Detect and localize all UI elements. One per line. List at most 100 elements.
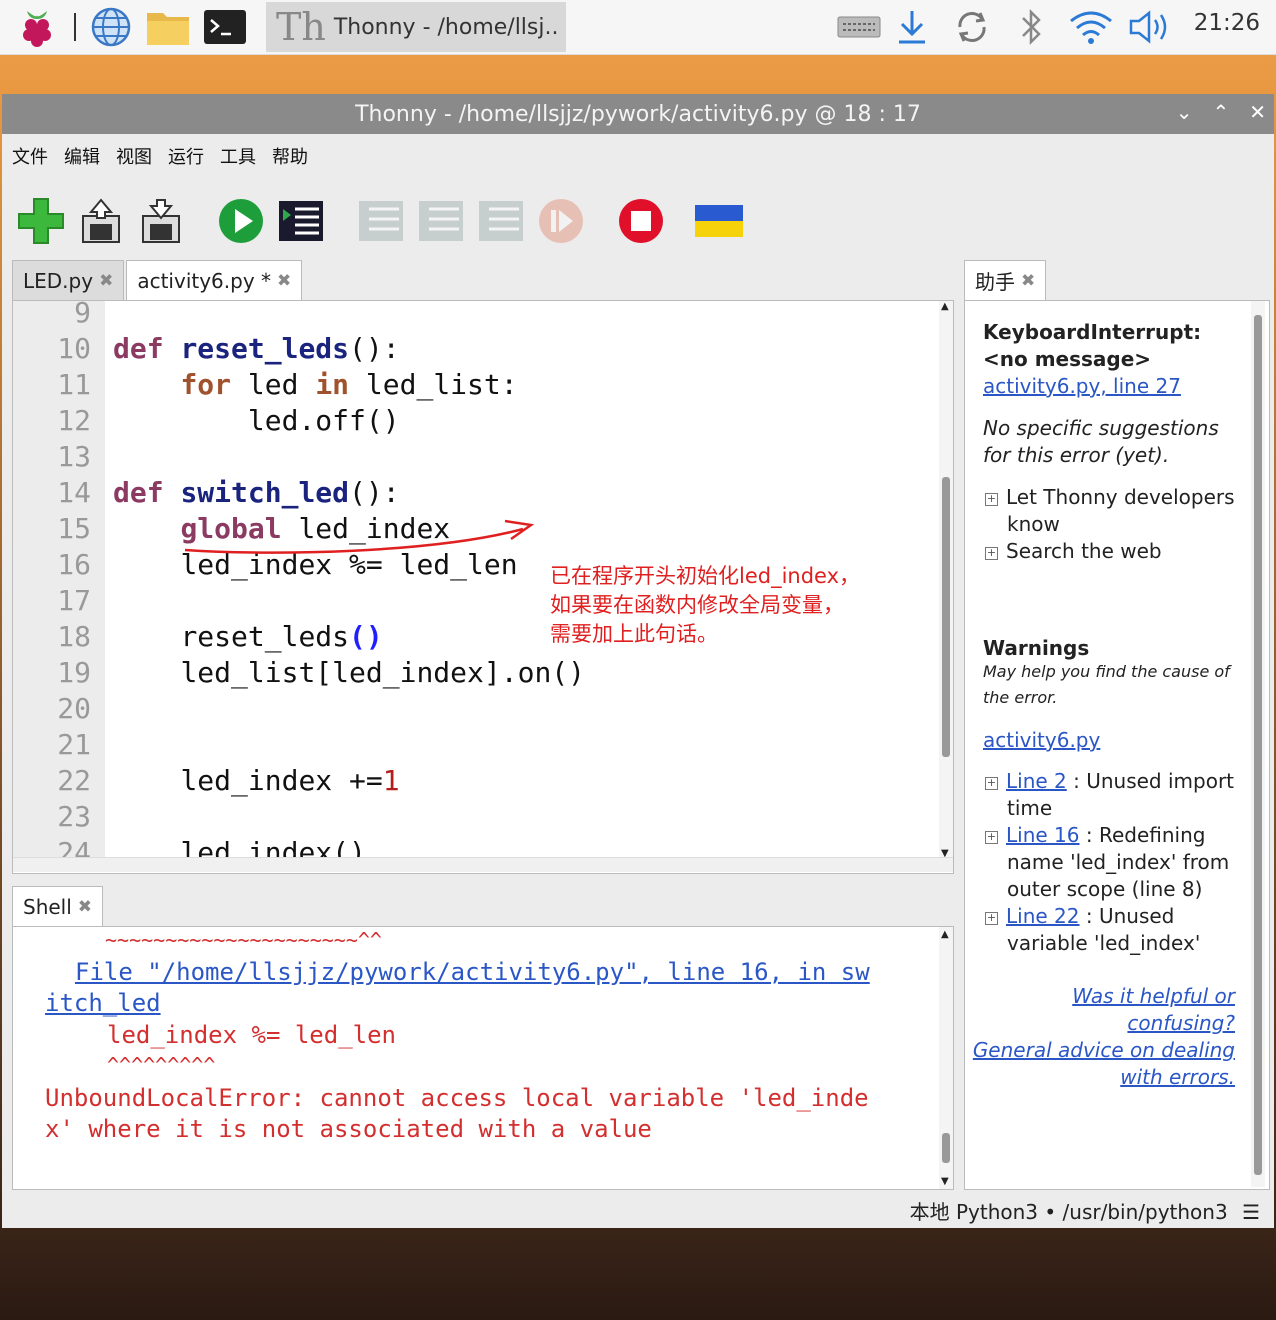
interpreter-status[interactable]: 本地 Python3 • /usr/bin/python3	[910, 1200, 1228, 1224]
scroll-down-icon[interactable]: ▼	[941, 1176, 949, 1187]
warning-item-line22: + Line 22 : Unused	[985, 903, 1174, 930]
tab-led-py[interactable]: LED.py ✖	[12, 260, 125, 300]
annotation-line: 需要加上此句话。	[550, 622, 718, 646]
browser-globe-icon[interactable]	[88, 6, 134, 48]
save-file-icon[interactable]	[136, 196, 186, 246]
status-bar[interactable]: 本地 Python3 • /usr/bin/python3 ☰	[910, 1196, 1260, 1225]
taskbar-thonny-title: Thonny - /home/llsj..	[333, 14, 559, 40]
menu-tools[interactable]: 工具	[220, 143, 256, 169]
warnings-title: Warnings	[983, 636, 1090, 660]
traceback-file-link[interactable]: itch_led	[45, 988, 161, 1019]
window-title: Thonny - /home/llsjjz/pywork/activity6.p…	[355, 101, 921, 127]
shell-line: led_index %= led_len	[107, 1021, 396, 1049]
folder-icon[interactable]	[144, 6, 192, 48]
run-icon[interactable]	[216, 196, 266, 246]
sync-icon[interactable]	[950, 6, 994, 48]
error-location-link[interactable]: activity6.py, line 27	[983, 373, 1181, 400]
shell-tabs: Shell ✖	[12, 886, 105, 926]
editor-horizontal-scrollbar[interactable]	[13, 857, 953, 872]
warning-line-link[interactable]: Line 22	[1006, 904, 1080, 928]
keyboard-icon[interactable]	[836, 6, 882, 48]
assistant-vertical-scrollbar[interactable]	[1251, 301, 1265, 1187]
warning-text: name 'led_index' from	[1007, 850, 1230, 874]
warning-text: : Unused import	[1066, 769, 1235, 793]
tab-activity6-py[interactable]: activity6.py * ✖	[126, 260, 303, 300]
option-let-devs-know[interactable]: + Let Thonny developers	[985, 484, 1235, 511]
shell-line: ^^^^^^^^^	[107, 1053, 216, 1077]
expand-plus-icon[interactable]: +	[985, 547, 998, 560]
tab-assistant[interactable]: 助手 ✖	[964, 260, 1047, 300]
menu-run[interactable]: 运行	[168, 143, 204, 169]
scroll-up-icon[interactable]: ▲	[941, 301, 949, 312]
step-into-icon[interactable]	[416, 196, 466, 246]
debug-icon[interactable]	[276, 196, 326, 246]
editor-scroll-thumb[interactable]	[942, 477, 950, 757]
close-icon[interactable]: ✕	[1249, 100, 1266, 124]
warning-text: time	[1007, 796, 1053, 820]
expand-plus-icon[interactable]: +	[985, 777, 998, 790]
scroll-up-icon[interactable]: ▲	[941, 929, 949, 940]
expand-plus-icon[interactable]: +	[985, 493, 998, 506]
warning-line-link[interactable]: Line 2	[1006, 769, 1067, 793]
warnings-file-link[interactable]: activity6.py	[983, 727, 1100, 754]
separator	[70, 6, 80, 48]
editor-vertical-scrollbar[interactable]: ▲ ▼	[939, 301, 953, 859]
option-search-web[interactable]: + Search the web	[985, 538, 1162, 565]
shell-scroll-thumb[interactable]	[942, 1133, 950, 1163]
tab-label: Shell	[23, 894, 72, 919]
wifi-icon[interactable]	[1066, 6, 1116, 48]
menu-file[interactable]: 文件	[12, 143, 48, 169]
menu-help[interactable]: 帮助	[272, 143, 308, 169]
window-titlebar[interactable]: Thonny - /home/llsjjz/pywork/activity6.p…	[2, 94, 1274, 134]
menu-view[interactable]: 视图	[116, 143, 152, 169]
tab-shell[interactable]: Shell ✖	[12, 886, 104, 926]
option-label: Search the web	[1006, 539, 1162, 563]
expand-plus-icon[interactable]: +	[985, 912, 998, 925]
feedback-link[interactable]: Was it helpful or	[1072, 983, 1235, 1010]
warning-item-line16: + Line 16 : Redefining	[985, 822, 1205, 849]
hamburger-menu-icon[interactable]: ☰	[1242, 1200, 1260, 1224]
option-label: know	[1007, 512, 1060, 536]
open-file-icon[interactable]	[76, 196, 126, 246]
step-out-icon[interactable]	[476, 196, 526, 246]
shell-line: ~~~~~~~~~~~~~~~~~~~~~^^	[105, 928, 382, 952]
tab-close-icon[interactable]: ✖	[1021, 271, 1035, 291]
stop-icon[interactable]	[616, 196, 666, 246]
tab-label: 助手	[975, 270, 1015, 294]
expand-plus-icon[interactable]: +	[985, 831, 998, 844]
warning-line-link[interactable]: Line 16	[1006, 823, 1080, 847]
annotation-note: 已在程序开头初始化led_index， 如果要在函数内修改全局变量， 需要加上此…	[550, 562, 860, 649]
ukraine-flag-icon[interactable]	[694, 196, 744, 246]
assistant-scroll-thumb[interactable]	[1254, 315, 1262, 1175]
editor-tabs: LED.py ✖ activity6.py * ✖	[12, 260, 304, 300]
menu-edit[interactable]: 编辑	[64, 143, 100, 169]
suggestion-text: No specific suggestions	[983, 416, 1219, 440]
advice-link[interactable]: with errors.	[1120, 1064, 1235, 1091]
step-over-icon[interactable]	[356, 196, 406, 246]
new-file-icon[interactable]	[16, 196, 66, 246]
tab-label: LED.py	[23, 268, 94, 293]
traceback-file-link[interactable]: File "/home/llsjjz/pywork/activity6.py",…	[75, 957, 870, 988]
feedback-link[interactable]: confusing?	[1127, 1010, 1235, 1037]
advice-link[interactable]: General advice on dealing	[973, 1037, 1235, 1064]
download-icon[interactable]	[892, 6, 932, 48]
shell-panel[interactable]: ~~~~~~~~~~~~~~~~~~~~~^^ File "/home/llsj…	[12, 926, 954, 1190]
warning-text: outer scope (line 8)	[1007, 877, 1203, 901]
bluetooth-icon[interactable]	[1014, 6, 1050, 48]
terminal-icon[interactable]	[202, 6, 248, 48]
tab-close-icon[interactable]: ✖	[277, 271, 291, 291]
shell-vertical-scrollbar[interactable]: ▲ ▼	[939, 927, 953, 1189]
maximize-icon[interactable]: ⌃	[1212, 100, 1229, 124]
tab-close-icon[interactable]: ✖	[78, 897, 92, 917]
tab-label: activity6.py *	[137, 268, 272, 293]
resume-icon[interactable]	[536, 196, 586, 246]
taskbar-thonny-button[interactable]: Th Thonny - /home/llsj..	[266, 2, 566, 52]
warning-text: variable 'led_index'	[1007, 931, 1201, 955]
toolbar	[2, 178, 1274, 268]
tab-close-icon[interactable]: ✖	[99, 271, 113, 291]
assistant-tabs: 助手 ✖	[964, 260, 1048, 300]
error-message: UnboundLocalError: cannot access local v…	[45, 1084, 869, 1112]
raspberry-menu-icon[interactable]	[14, 6, 60, 48]
minimize-icon[interactable]: ⌄	[1176, 100, 1193, 124]
volume-icon[interactable]	[1126, 6, 1176, 48]
